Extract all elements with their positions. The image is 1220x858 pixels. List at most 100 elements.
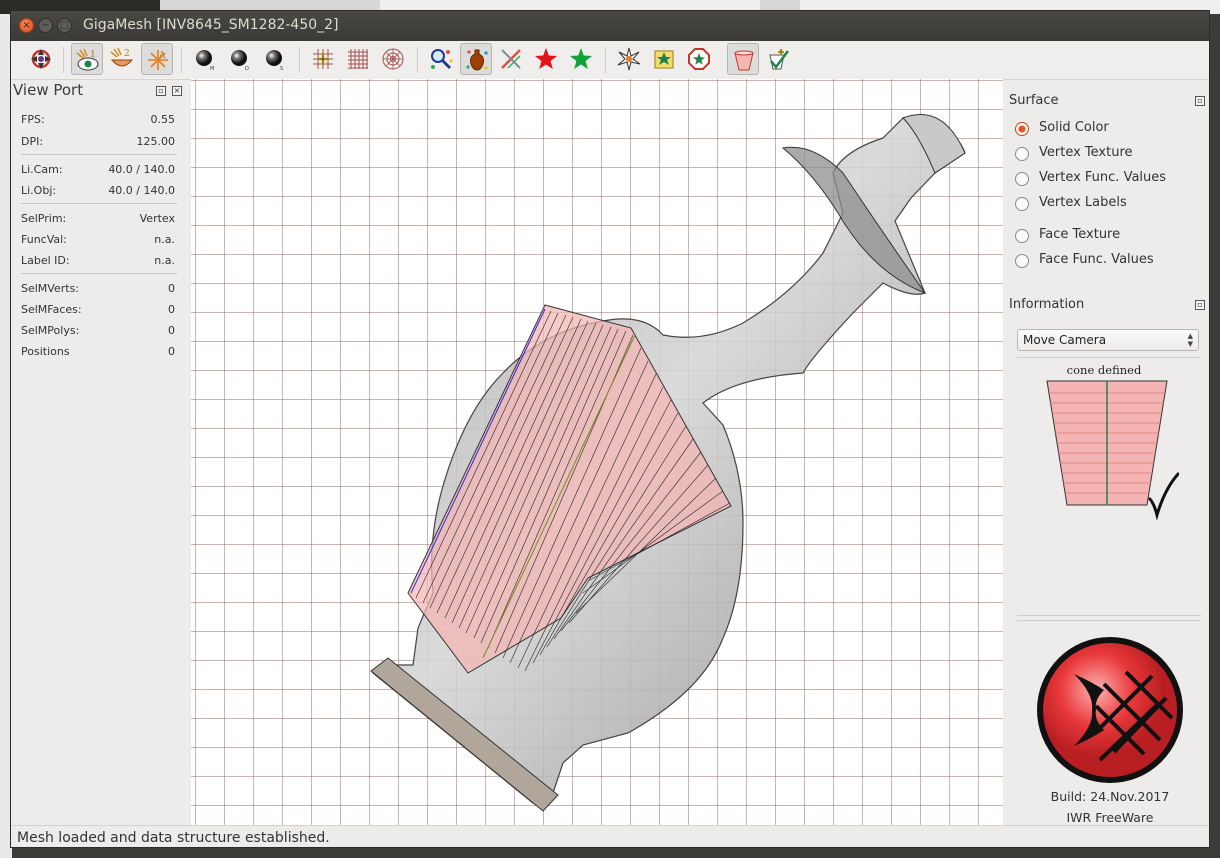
surface-section-title: Surface — [1009, 93, 1059, 108]
radio-icon[interactable] — [1015, 197, 1029, 211]
stat-label: Li.Obj: — [21, 184, 57, 197]
right-dock: Surface ▫ Solid Color Vertex Texture Ver… — [1009, 79, 1209, 825]
toolbar-separator — [299, 47, 300, 73]
stat-label: SelMVerts: — [21, 282, 80, 295]
svg-text:A: A — [158, 51, 166, 61]
license-info: IWR FreeWare — [1066, 810, 1154, 825]
surface-dock-float-button[interactable]: ▫ — [1195, 96, 1205, 106]
stat-value: 0 — [168, 345, 175, 358]
stat-value: 0 — [168, 324, 175, 337]
toolbar-separator — [605, 47, 606, 73]
deselect-button[interactable] — [495, 43, 527, 75]
viewport-dock-close-button[interactable]: × — [172, 86, 182, 96]
radio-label: Face Func. Values — [1039, 252, 1154, 267]
title-bar[interactable]: × − □ GigaMesh [INV8645_SM1282-450_2] — [11, 11, 1209, 41]
stat-label: SelMFaces: — [21, 303, 82, 316]
stat-label: FPS: — [21, 113, 45, 126]
shading-m-button[interactable]: M — [189, 43, 221, 75]
information-section-title: Information — [1009, 297, 1085, 312]
light-1-toggle[interactable]: 1 — [71, 43, 103, 75]
bowl-light-2-icon: 2 — [110, 47, 134, 67]
stat-value: 0 — [168, 303, 175, 316]
polar-grid-icon — [382, 48, 404, 70]
select-vase-button[interactable] — [460, 43, 492, 75]
status-bar: Mesh loaded and data structure establish… — [11, 825, 1209, 847]
window-maximize-button[interactable]: □ — [57, 18, 72, 33]
vase-stars-icon — [466, 49, 488, 71]
stat-positions: Positions 0 — [21, 345, 175, 363]
stat-value: Vertex — [139, 212, 175, 225]
viewport-dock-float-button[interactable]: ▫ — [156, 86, 166, 96]
magnifier-stars-icon — [431, 49, 453, 70]
window-minimize-button[interactable]: − — [38, 18, 53, 33]
stat-label: Li.Cam: — [21, 163, 63, 176]
grid-plus-button[interactable] — [307, 43, 339, 75]
maximize-icon: □ — [59, 20, 70, 31]
info-separator — [1017, 357, 1201, 358]
light-a-icon: A — [148, 50, 168, 70]
stat-selected-faces: SelMFaces: 0 — [21, 303, 175, 321]
stat-function-value: FuncVal: n.a. — [21, 233, 175, 251]
radio-icon[interactable] — [1015, 229, 1029, 243]
toolbar-separator — [63, 47, 64, 73]
window-close-button[interactable]: × — [19, 18, 34, 33]
sphere-s-icon: S — [266, 50, 283, 72]
info-separator — [1017, 615, 1201, 616]
radio-icon[interactable] — [1015, 172, 1029, 186]
cone-accept-button[interactable] — [762, 43, 794, 75]
cone-button[interactable] — [727, 43, 759, 75]
shading-s-button[interactable]: S — [259, 43, 291, 75]
stat-value: n.a. — [154, 233, 175, 246]
green-star-icon — [570, 48, 592, 69]
eye-light-1-icon: 1 — [76, 48, 99, 71]
build-info: Build: 24.Nov.2017 — [1050, 789, 1170, 804]
mesh-render — [191, 79, 1003, 825]
stat-label: DPI: — [21, 135, 44, 148]
gigamesh-window: × − □ GigaMesh [INV8645_SM1282-450_2] 1 — [10, 10, 1210, 848]
mark-red-button[interactable] — [530, 43, 562, 75]
puzzle-star-icon — [654, 50, 674, 69]
main-toolbar: 1 2 A M D S — [11, 41, 1209, 80]
stat-selected-primitive: SelPrim: Vertex — [21, 212, 175, 230]
shading-d-button[interactable]: D — [224, 43, 256, 75]
radio-label: Solid Color — [1039, 120, 1109, 135]
stat-value: 40.0 / 140.0 — [108, 163, 175, 176]
radio-label: Vertex Func. Values — [1039, 170, 1167, 185]
radio-icon[interactable] — [1015, 147, 1029, 161]
mark-green-button[interactable] — [565, 43, 597, 75]
sphere-d-icon: D — [231, 50, 249, 72]
red-star-icon — [535, 48, 557, 69]
viewport-dock-title: View Port — [13, 81, 84, 99]
stat-value: 125.00 — [136, 135, 176, 148]
3d-viewport-canvas[interactable] — [191, 79, 1003, 825]
stat-dpi: DPI: 125.00 — [21, 135, 175, 153]
close-icon: × — [22, 20, 31, 31]
light-a-toggle[interactable]: A — [141, 43, 173, 75]
information-dock-float-button[interactable]: ▫ — [1195, 300, 1205, 310]
radio-icon[interactable] — [1015, 254, 1029, 268]
stat-label: Label ID: — [21, 254, 70, 267]
reset-view-button[interactable] — [25, 43, 57, 75]
toolbar-separator — [181, 47, 182, 73]
cone-check-icon — [769, 49, 789, 70]
stat-selected-vertices: SelMVerts: 0 — [21, 282, 175, 300]
updown-arrows-icon: ▲ ▼ — [1187, 332, 1193, 348]
stat-separator — [21, 154, 177, 155]
burst-button[interactable] — [613, 43, 645, 75]
select-magnifier-button[interactable] — [425, 43, 457, 75]
grid-icon — [348, 49, 368, 69]
sphere-m-icon: M — [196, 50, 214, 72]
mode-select[interactable]: Move Camera ▲ ▼ — [1017, 329, 1199, 351]
radio-selected-icon[interactable] — [1015, 122, 1029, 136]
puzzle-button[interactable] — [648, 43, 680, 75]
reset-view-icon — [31, 49, 51, 69]
float-icon: ▫ — [1197, 300, 1203, 309]
light-2-toggle[interactable]: 2 — [106, 43, 138, 75]
stat-light-object: Li.Obj: 40.0 / 140.0 — [21, 184, 175, 202]
octagon-button[interactable] — [683, 43, 715, 75]
grid-button[interactable] — [342, 43, 374, 75]
toolbar-separator — [417, 47, 418, 73]
polar-grid-button[interactable] — [377, 43, 409, 75]
stat-value: 40.0 / 140.0 — [108, 184, 175, 197]
svg-text:2: 2 — [124, 49, 130, 59]
